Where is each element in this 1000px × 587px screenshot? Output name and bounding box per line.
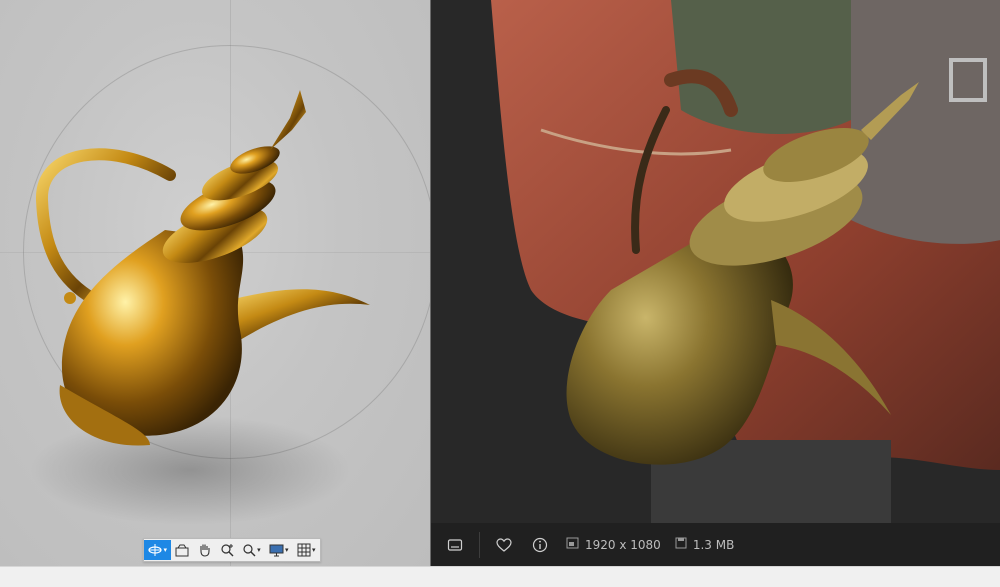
status-divider [479,531,480,558]
model-shadow [30,415,350,525]
disk-size-icon [675,537,687,552]
look-at-icon[interactable] [171,540,193,560]
info-icon[interactable] [530,535,550,555]
chevron-down-icon[interactable]: ▾ [163,546,167,554]
file-size-info: 1.3 MB [675,537,734,552]
file-size-value: 1.3 MB [692,537,735,552]
favorite-heart-icon[interactable] [494,535,514,555]
cad-viewport[interactable]: ▾ ▾ ▾ ▾ [0,0,430,566]
model-spout [230,289,370,340]
dallah-model-render[interactable] [0,0,430,566]
photo-content [431,0,1000,523]
filmstrip-icon[interactable] [445,535,465,555]
chevron-down-icon[interactable]: ▾ [285,546,289,554]
fit-zoom-icon[interactable]: ▾ [238,540,265,560]
orbit-icon[interactable]: ▾ [144,540,172,560]
display-settings-icon[interactable]: ▾ [265,540,292,560]
viewer-status-bar: 1920 x 1080 1.3 MB [431,523,1000,566]
chevron-down-icon[interactable]: ▾ [312,546,316,554]
resolution-value: 1920 x 1080 [585,537,661,552]
navigation-toolbar: ▾ ▾ ▾ ▾ [143,538,321,562]
zoom-icon[interactable] [216,540,238,560]
resolution-icon [566,537,579,552]
resolution-info: 1920 x 1080 [566,537,661,552]
pan-hand-icon[interactable] [194,540,216,560]
grid-icon[interactable]: ▾ [293,540,320,560]
photo-image[interactable] [431,0,1000,523]
bottom-strip [0,566,1000,587]
chevron-down-icon[interactable]: ▾ [257,546,261,554]
photo-viewer: 1920 x 1080 1.3 MB [430,0,1000,566]
model-finial [270,90,306,150]
photo-green-vest [671,0,851,134]
